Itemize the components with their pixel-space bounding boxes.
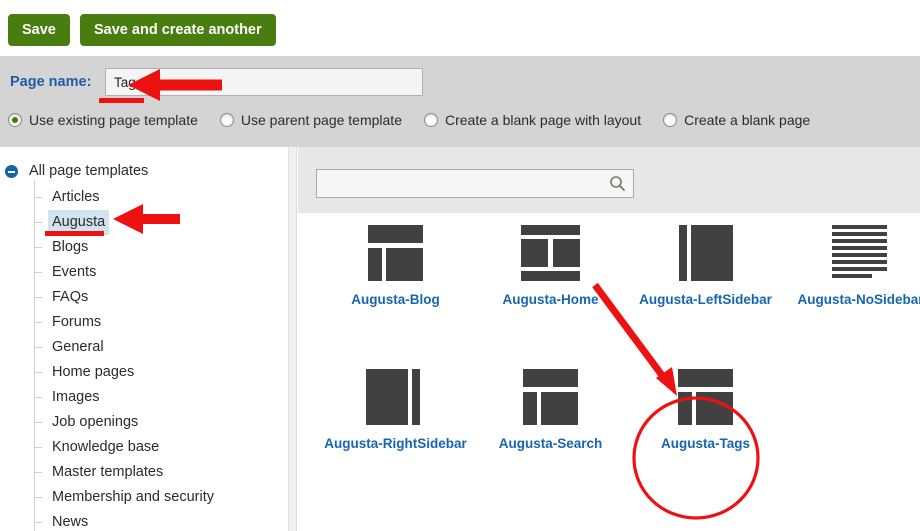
template-label[interactable]: Augusta-Search — [473, 435, 628, 452]
tree-item-label: Knowledge base — [52, 439, 160, 455]
template-thumbnail-narrow-left-main-icon — [674, 225, 737, 281]
tree-root-all-page-templates[interactable]: All page templates — [5, 163, 148, 179]
tree-item-label: Job openings — [52, 414, 139, 430]
tree-item-forums[interactable]: Forums — [0, 310, 288, 335]
radio-option-label: Create a blank page with layout — [444, 112, 642, 128]
save-and-create-another-button[interactable]: Save and create another — [80, 14, 276, 46]
template-card-augusta-nosidebar[interactable]: Augusta-NoSidebar — [783, 225, 920, 308]
template-card-augusta-rightsidebar[interactable]: Augusta-RightSidebar — [318, 369, 473, 452]
tree-item-knowledge-base[interactable]: Knowledge base — [0, 435, 288, 460]
template-label[interactable]: Augusta-Blog — [318, 291, 473, 308]
tree-item-label: Events — [52, 264, 97, 280]
radio-option-label: Use parent page template — [240, 112, 402, 128]
tree-item-label: General — [52, 339, 104, 355]
top-toolbar: Save Save and create another — [0, 0, 920, 56]
page-creation-options: Use existing page template Use parent pag… — [8, 112, 832, 128]
radio-option-3[interactable]: Create a blank page — [663, 112, 810, 128]
template-category-tree: All page templates Articles Augusta Blogs E… — [0, 147, 288, 531]
tree-item-general[interactable]: General — [0, 335, 288, 360]
template-card-augusta-home[interactable]: Augusta-Home — [473, 225, 628, 308]
template-thumbnail-header-two-col-footer-icon — [519, 225, 582, 281]
template-label[interactable]: Augusta-Tags — [628, 435, 783, 452]
template-label[interactable]: Augusta-LeftSidebar — [628, 291, 783, 308]
radio-button-icon[interactable] — [423, 113, 438, 127]
radio-button-icon[interactable] — [219, 113, 234, 127]
tree-item-master-templates[interactable]: Master templates — [0, 460, 288, 485]
save-button[interactable]: Save — [8, 14, 70, 46]
tree-item-label: Augusta — [48, 210, 110, 235]
tree-item-blogs[interactable]: Blogs — [0, 235, 288, 260]
template-card-augusta-leftsidebar[interactable]: Augusta-LeftSidebar — [628, 225, 783, 308]
template-thumbnail-header-left-main-icon — [364, 225, 427, 281]
tree-item-label: Membership and security — [52, 489, 214, 505]
template-grid: Augusta-Blog Augusta-Home Augusta-LeftSide… — [298, 213, 920, 531]
tree-item-label: Forums — [52, 314, 102, 330]
tree-item-label: Articles — [52, 189, 100, 205]
tree-item-label: Home pages — [52, 364, 135, 380]
search-band — [298, 147, 920, 213]
page-settings-band: Page name: Use existing page templateUse… — [0, 56, 920, 147]
radio-option-label: Use existing page template — [29, 112, 198, 128]
radio-option-2[interactable]: Create a blank page with layout — [423, 112, 642, 128]
tree-item-label: FAQs — [52, 289, 89, 305]
template-card-augusta-tags[interactable]: Augusta-Tags — [628, 369, 783, 452]
page-name-label: Page name: — [10, 74, 92, 90]
search-box[interactable] — [316, 169, 634, 198]
template-thumbnail-header-left-main-icon — [674, 369, 737, 425]
radio-button-icon[interactable] — [8, 113, 22, 127]
tree-item-label: Blogs — [52, 239, 89, 255]
tree-item-home-pages[interactable]: Home pages — [0, 360, 288, 385]
template-thumbnail-header-left-main-icon — [519, 369, 582, 425]
search-icon[interactable] — [609, 175, 626, 192]
template-label[interactable]: Augusta-RightSidebar — [318, 435, 473, 452]
radio-option-0[interactable]: Use existing page template — [8, 112, 198, 128]
template-label[interactable]: Augusta-Home — [473, 291, 628, 308]
tree-item-augusta[interactable]: Augusta — [0, 210, 288, 235]
template-card-augusta-blog[interactable]: Augusta-Blog — [318, 225, 473, 308]
tree-item-articles[interactable]: Articles — [0, 185, 288, 210]
search-input[interactable] — [317, 170, 603, 197]
tree-item-label: Images — [52, 389, 100, 405]
tree-item-job-openings[interactable]: Job openings — [0, 410, 288, 435]
template-thumbnail-main-narrow-right-icon — [364, 369, 427, 425]
tree-item-label: Master templates — [52, 464, 164, 480]
template-gallery-panel: Augusta-Blog Augusta-Home Augusta-LeftSide… — [298, 147, 920, 531]
page-name-input[interactable] — [105, 68, 423, 96]
panel-scrollbar[interactable] — [288, 147, 297, 531]
tree-item-faqs[interactable]: FAQs — [0, 285, 288, 310]
tree-item-membership-and-security[interactable]: Membership and security — [0, 485, 288, 510]
collapse-minus-icon[interactable] — [5, 164, 18, 178]
tree-root-label: All page templates — [29, 163, 149, 179]
template-thumbnail-text-lines-icon — [829, 225, 892, 281]
template-card-augusta-search[interactable]: Augusta-Search — [473, 369, 628, 452]
tree-item-label: News — [52, 514, 89, 530]
radio-option-label: Create a blank page — [684, 112, 811, 128]
template-label[interactable]: Augusta-NoSidebar — [783, 291, 920, 308]
tree-item-images[interactable]: Images — [0, 385, 288, 410]
tree-item-events[interactable]: Events — [0, 260, 288, 285]
radio-option-1[interactable]: Use parent page template — [219, 112, 402, 128]
radio-button-icon[interactable] — [663, 113, 678, 127]
tree-item-news[interactable]: News — [0, 510, 288, 531]
tree-item-list: Articles Augusta Blogs Events FAQs Forums Gene… — [0, 185, 288, 531]
